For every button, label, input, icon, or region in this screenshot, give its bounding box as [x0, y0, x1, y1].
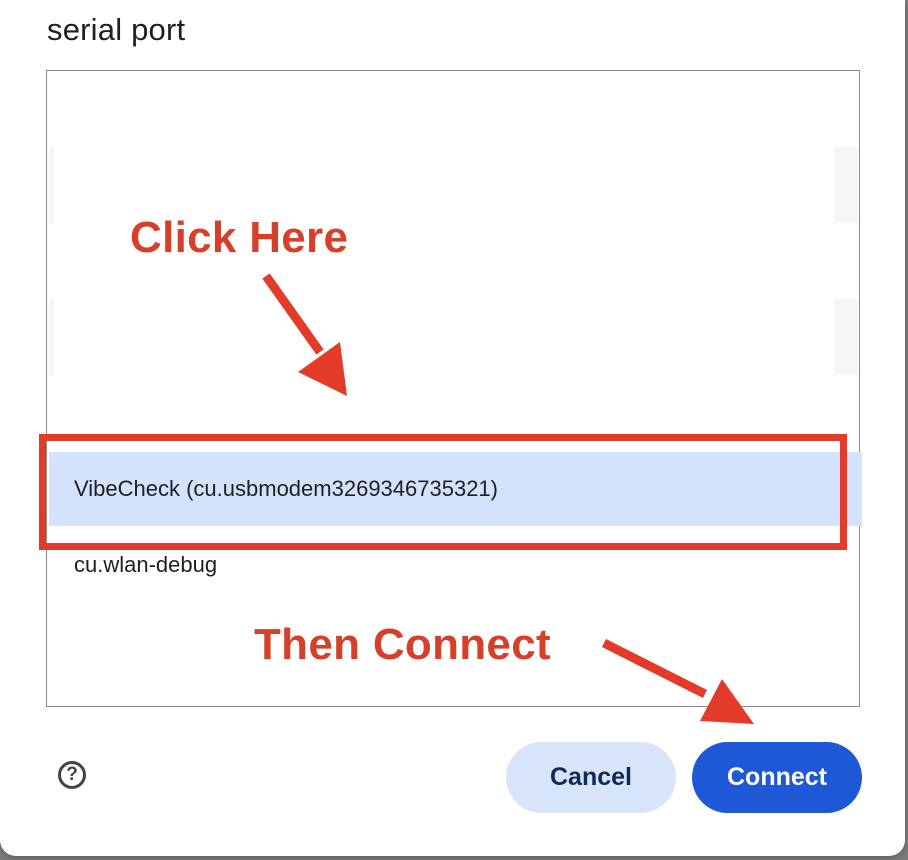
arrow-to-port-icon	[262, 273, 347, 396]
arrow-to-connect-icon	[601, 638, 754, 724]
annotation-arrows	[262, 273, 754, 724]
